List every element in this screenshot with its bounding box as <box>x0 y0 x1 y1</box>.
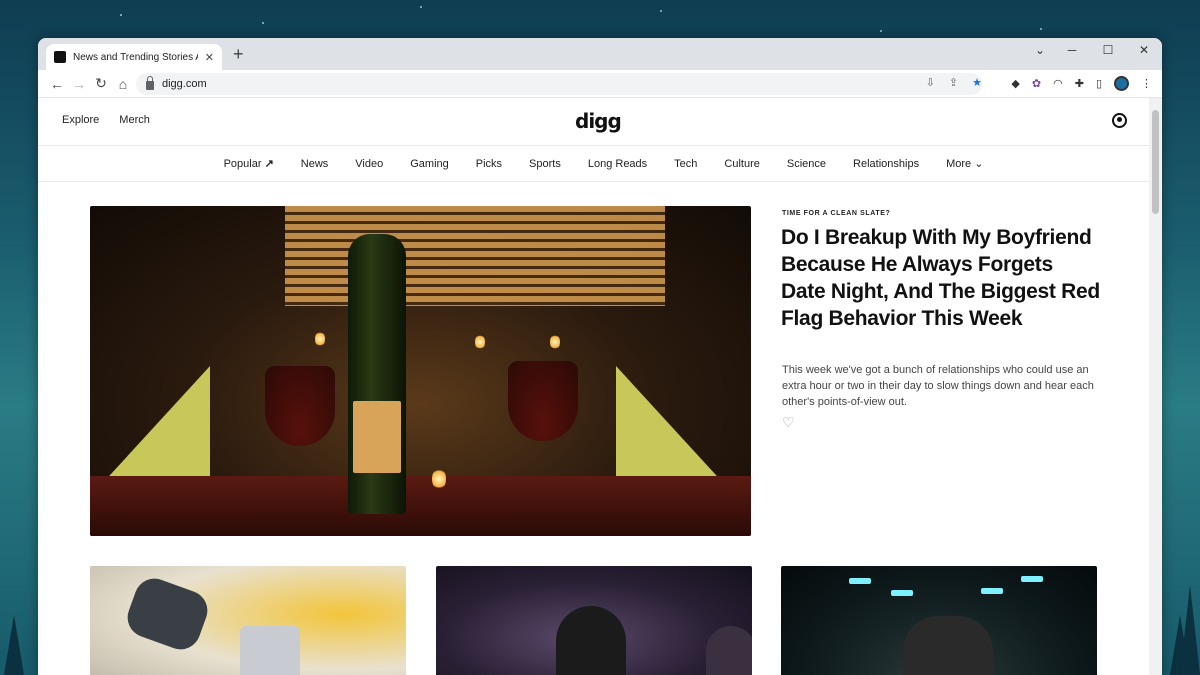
category-label: More <box>946 158 972 170</box>
home-icon[interactable]: ⌂ <box>112 76 134 92</box>
trending-up-icon: ↗ <box>264 158 274 170</box>
account-icon[interactable] <box>1112 113 1127 128</box>
maximize-button[interactable]: ☐ <box>1098 43 1118 57</box>
digg-favicon-icon <box>54 51 66 63</box>
lock-icon <box>146 75 154 90</box>
layers-extension-icon[interactable]: ◆ <box>1011 77 1019 90</box>
digg-logo[interactable]: digg <box>575 109 622 133</box>
tab-bar: News and Trending Stories Around ✕ + ⌄ ─… <box>38 38 1162 70</box>
ceiling-light <box>1021 576 1043 582</box>
category-gaming[interactable]: Gaming <box>410 158 449 170</box>
wine-glass-left <box>265 366 335 446</box>
hero-image[interactable] <box>90 206 751 536</box>
address-bar[interactable]: digg.com <box>136 73 982 95</box>
url-text: digg.com <box>162 78 207 90</box>
napkin-right <box>616 366 726 486</box>
hero-kicker: TIME FOR A CLEAN SLATE? <box>782 210 891 217</box>
profile-avatar-icon[interactable] <box>1114 76 1129 91</box>
page-content: Explore Merch digg Popular ↗ News Video … <box>38 98 1149 675</box>
menu-kebab-icon[interactable]: ⋮ <box>1141 77 1152 90</box>
story-card-image[interactable] <box>90 566 406 675</box>
puzzle-extensions-icon[interactable]: ✚ <box>1075 77 1084 90</box>
category-video[interactable]: Video <box>355 158 383 170</box>
page-scrollbar[interactable] <box>1149 98 1162 675</box>
extensions-area: ◆ ✿ ◠ ✚ ▯ ⋮ <box>1011 76 1152 91</box>
person-shape <box>706 626 752 675</box>
window-blinds <box>285 206 665 306</box>
close-tab-icon[interactable]: ✕ <box>205 51 214 64</box>
new-tab-button[interactable]: + <box>233 45 244 63</box>
ceiling-light <box>849 578 871 584</box>
tab-search-icon[interactable]: ⌄ <box>1030 43 1050 57</box>
story-card-image[interactable] <box>436 566 752 675</box>
category-news[interactable]: News <box>301 158 329 170</box>
browser-toolbar: ← → ↻ ⌂ digg.com ⇩ ⇪ ★ ◆ ✿ ◠ ✚ ▯ ⋮ <box>38 70 1162 98</box>
table-surface <box>90 476 751 536</box>
can-shape <box>240 626 300 675</box>
minimize-button[interactable]: ─ <box>1062 43 1082 57</box>
scrollbar-thumb[interactable] <box>1152 110 1159 214</box>
story-card-image[interactable] <box>781 566 1097 675</box>
hero-description: This week we've got a bunch of relations… <box>782 364 1094 408</box>
category-popular[interactable]: Popular ↗ <box>224 157 274 170</box>
category-culture[interactable]: Culture <box>724 158 759 170</box>
back-arrow-icon[interactable]: ← <box>46 76 68 92</box>
nav-link-merch[interactable]: Merch <box>119 114 150 126</box>
bottle-label <box>353 401 401 473</box>
candle <box>550 334 560 350</box>
candle <box>475 334 485 350</box>
chevron-down-icon: ⌄ <box>974 158 984 170</box>
install-icon[interactable]: ⇩ <box>926 76 935 89</box>
side-panel-icon[interactable]: ▯ <box>1096 77 1102 90</box>
tab-title: News and Trending Stories Around <box>73 51 198 63</box>
category-nav: Popular ↗ News Video Gaming Picks Sports… <box>38 146 1149 182</box>
bookmark-star-icon[interactable]: ★ <box>972 76 982 89</box>
category-picks[interactable]: Picks <box>476 158 502 170</box>
napkin-left <box>100 366 210 486</box>
person-shape <box>903 616 993 675</box>
category-science[interactable]: Science <box>787 158 826 170</box>
site-header: Explore Merch digg <box>38 98 1149 146</box>
device-shape <box>122 572 213 656</box>
category-sports[interactable]: Sports <box>529 158 561 170</box>
browser-tab[interactable]: News and Trending Stories Around ✕ <box>46 44 222 70</box>
forward-arrow-icon[interactable]: → <box>68 76 90 92</box>
wine-glass-right <box>508 361 578 441</box>
headphones-extension-icon[interactable]: ◠ <box>1053 77 1063 90</box>
nav-link-explore[interactable]: Explore <box>62 114 99 126</box>
ceiling-light <box>981 588 1003 594</box>
hero-headline[interactable]: Do I Breakup With My Boyfriend Because H… <box>781 224 1101 332</box>
share-icon[interactable]: ⇪ <box>949 76 958 89</box>
close-window-button[interactable]: ✕ <box>1134 43 1154 57</box>
reload-icon[interactable]: ↻ <box>90 75 112 92</box>
omnibox-actions: ⇩ ⇪ ★ <box>926 76 982 89</box>
ceiling-light <box>891 590 913 596</box>
category-relationships[interactable]: Relationships <box>853 158 919 170</box>
flower-extension-icon[interactable]: ✿ <box>1032 77 1041 90</box>
candle <box>315 331 325 347</box>
category-label: Popular <box>223 158 262 170</box>
heart-icon[interactable]: ♡ <box>782 414 795 431</box>
category-long-reads[interactable]: Long Reads <box>588 158 647 170</box>
category-tech[interactable]: Tech <box>674 158 697 170</box>
browser-window: News and Trending Stories Around ✕ + ⌄ ─… <box>38 38 1162 675</box>
person-shape <box>556 606 626 675</box>
category-more[interactable]: More ⌄ <box>946 157 983 170</box>
candle <box>432 468 446 490</box>
